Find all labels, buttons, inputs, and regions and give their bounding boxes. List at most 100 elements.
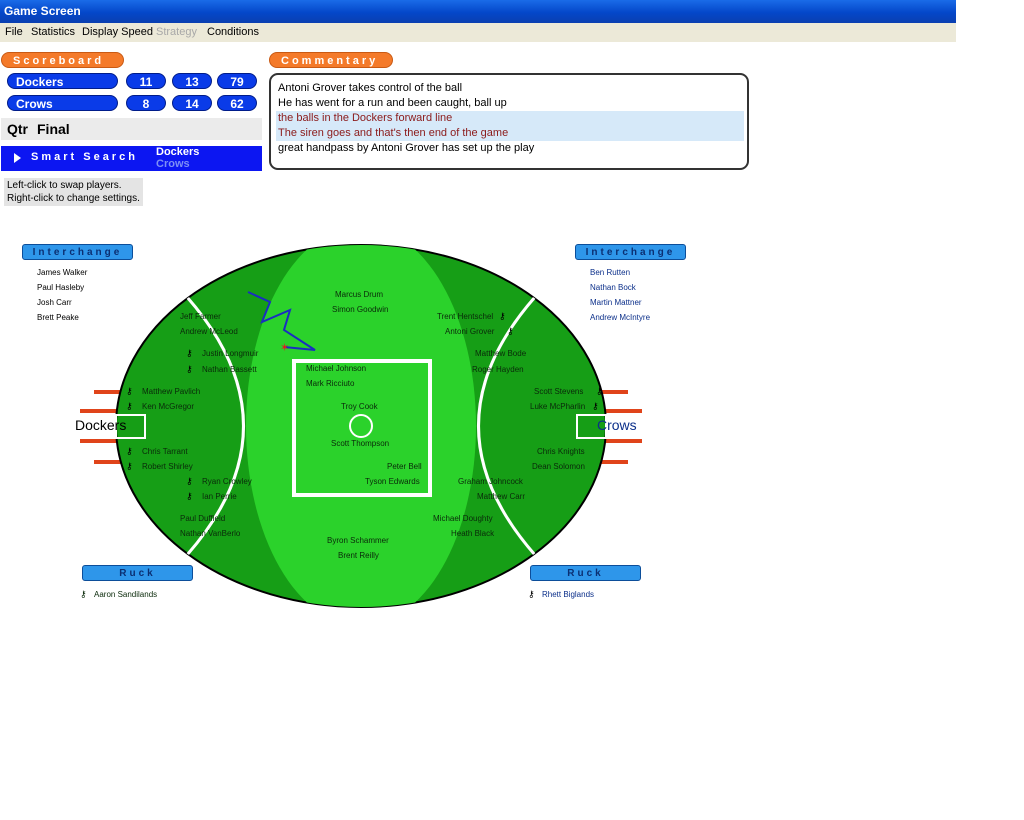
- field-player[interactable]: Ryan Crowley: [202, 477, 252, 486]
- field-player[interactable]: Brent Reilly: [338, 551, 379, 560]
- field-player[interactable]: Jeff Farmer: [180, 312, 221, 321]
- field-player-name: Simon Goodwin: [332, 305, 389, 314]
- field-player-name: Luke McPharlin: [530, 402, 586, 411]
- field-player[interactable]: Matthew Pavlich: [142, 387, 200, 396]
- field-player-name: Heath Black: [451, 529, 495, 538]
- left-ruck-tab: Ruck: [82, 565, 193, 581]
- key-icon: ⚷: [186, 476, 193, 486]
- left-ruck-label: Ruck: [119, 568, 156, 579]
- field-player-name: Nathan VanBerlo: [180, 529, 241, 538]
- field-player-name: Matthew Bode: [475, 349, 527, 358]
- field-player[interactable]: Michael Johnson: [306, 364, 366, 373]
- key-icon: ⚷: [186, 348, 193, 358]
- interchange-player[interactable]: Martin Mattner: [590, 298, 642, 307]
- field-player[interactable]: Dean Solomon: [532, 462, 585, 471]
- field-player[interactable]: Heath Black: [451, 529, 494, 538]
- field-player[interactable]: Justin Longmuir: [202, 349, 258, 358]
- field-player[interactable]: Paul Duffield: [180, 514, 225, 523]
- field-player[interactable]: Ian Perrie: [202, 492, 237, 501]
- field-player[interactable]: Tyson Edwards: [365, 477, 420, 486]
- away-team-field-label: Crows: [597, 417, 637, 433]
- field-player[interactable]: Scott Stevens: [534, 387, 583, 396]
- key-icon: ⚷: [126, 461, 133, 471]
- key-icon: ⚷: [126, 446, 133, 456]
- field-player[interactable]: Graham Johncock: [458, 477, 523, 486]
- right-ruck-player[interactable]: ⚷ Rhett Biglands: [528, 589, 594, 600]
- field-player-name: Ian Perrie: [202, 492, 237, 501]
- field-player-name: Chris Knights: [537, 447, 585, 456]
- key-icon: ⚷: [126, 386, 133, 396]
- field-player[interactable]: Mark Ricciuto: [306, 379, 354, 388]
- field-player-name: Michael Doughty: [433, 514, 493, 523]
- midfield-zone: [246, 245, 476, 607]
- field-player-name: Jeff Farmer: [180, 312, 221, 321]
- field-player-name: Antoni Grover: [445, 327, 495, 336]
- field-player-name: Byron Schammer: [327, 536, 389, 545]
- key-icon: ⚷: [126, 401, 133, 411]
- left-interchange-tab: Interchange: [22, 244, 133, 260]
- field-player-name: Chris Tarrant: [142, 447, 188, 456]
- interchange-player[interactable]: Nathan Bock: [590, 283, 636, 292]
- key-icon: ⚷: [596, 386, 603, 396]
- key-icon: ⚷: [186, 491, 193, 501]
- key-icon: ⚷: [528, 589, 535, 599]
- left-ruck-player[interactable]: ⚷ Aaron Sandilands: [80, 589, 157, 600]
- field-player[interactable]: Simon Goodwin: [332, 305, 388, 314]
- key-icon: ⚷: [499, 311, 506, 321]
- field-player-name: Robert Shirley: [142, 462, 193, 471]
- interchange-player[interactable]: James Walker: [37, 268, 87, 277]
- field-player-name: Paul Duffield: [180, 514, 226, 523]
- interchange-player[interactable]: Josh Carr: [37, 298, 72, 307]
- field-player-name: Trent Hentschel: [437, 312, 494, 321]
- field-player-name: Brent Reilly: [338, 551, 379, 560]
- field-player-name: Justin Longmuir: [202, 349, 259, 358]
- field-player[interactable]: Troy Cook: [341, 402, 378, 411]
- home-team-field-label: Dockers: [75, 417, 127, 433]
- field-player-name: Ken McGregor: [142, 402, 195, 411]
- field-player-name: Andrew McLeod: [180, 327, 238, 336]
- ball-marker-icon: ✶: [280, 341, 289, 354]
- key-icon: ⚷: [186, 364, 193, 374]
- right-ruck-player-name: Rhett Biglands: [542, 590, 595, 599]
- left-ruck-player-name: Aaron Sandilands: [94, 590, 158, 599]
- field-player-name: Dean Solomon: [532, 462, 585, 471]
- field-player[interactable]: Michael Doughty: [433, 514, 493, 523]
- field-player[interactable]: Scott Thompson: [331, 439, 389, 448]
- interchange-player[interactable]: Ben Rutten: [590, 268, 630, 277]
- field-player[interactable]: Byron Schammer: [327, 536, 389, 545]
- right-interchange-tab: Interchange: [575, 244, 686, 260]
- interchange-player[interactable]: Andrew McIntyre: [590, 313, 650, 322]
- right-ruck-label: Ruck: [567, 568, 604, 579]
- field-player[interactable]: Ken McGregor: [142, 402, 194, 411]
- interchange-player[interactable]: Brett Peake: [37, 313, 79, 322]
- field-player-name: Roger Hayden: [472, 365, 524, 374]
- field-player[interactable]: Antoni Grover: [445, 327, 494, 336]
- field-player-name: Nathan Bassett: [202, 365, 257, 374]
- field-player[interactable]: Chris Tarrant: [142, 447, 188, 456]
- field-player[interactable]: Nathan Bassett: [202, 365, 257, 374]
- field-player[interactable]: Roger Hayden: [472, 365, 524, 374]
- field-player-name: Michael Johnson: [306, 364, 367, 373]
- field-player-name: Peter Bell: [387, 462, 422, 471]
- right-interchange-label: Interchange: [585, 247, 676, 258]
- field-player-name: Matthew Carr: [477, 492, 526, 501]
- interchange-player[interactable]: Paul Hasleby: [37, 283, 84, 292]
- field-player[interactable]: Matthew Carr: [477, 492, 525, 501]
- field-player-name: Graham Johncock: [458, 477, 523, 486]
- field-player[interactable]: Andrew McLeod: [180, 327, 238, 336]
- field-player[interactable]: Chris Knights: [537, 447, 585, 456]
- field-player[interactable]: Luke McPharlin: [530, 402, 585, 411]
- field-player-name: Scott Thompson: [331, 439, 390, 448]
- field-player[interactable]: Marcus Drum: [335, 290, 383, 299]
- field-player[interactable]: Robert Shirley: [142, 462, 193, 471]
- field-player-name: Marcus Drum: [335, 290, 384, 299]
- key-icon: ⚷: [592, 401, 599, 411]
- key-icon: ⚷: [80, 589, 87, 599]
- field-player[interactable]: Peter Bell: [387, 462, 422, 471]
- right-ruck-tab: Ruck: [530, 565, 641, 581]
- field-player-name: Troy Cook: [341, 402, 378, 411]
- field-player-name: Mark Ricciuto: [306, 379, 355, 388]
- field-player[interactable]: Matthew Bode: [475, 349, 526, 358]
- field-player[interactable]: Trent Hentschel: [437, 312, 493, 321]
- field-player[interactable]: Nathan VanBerlo: [180, 529, 240, 538]
